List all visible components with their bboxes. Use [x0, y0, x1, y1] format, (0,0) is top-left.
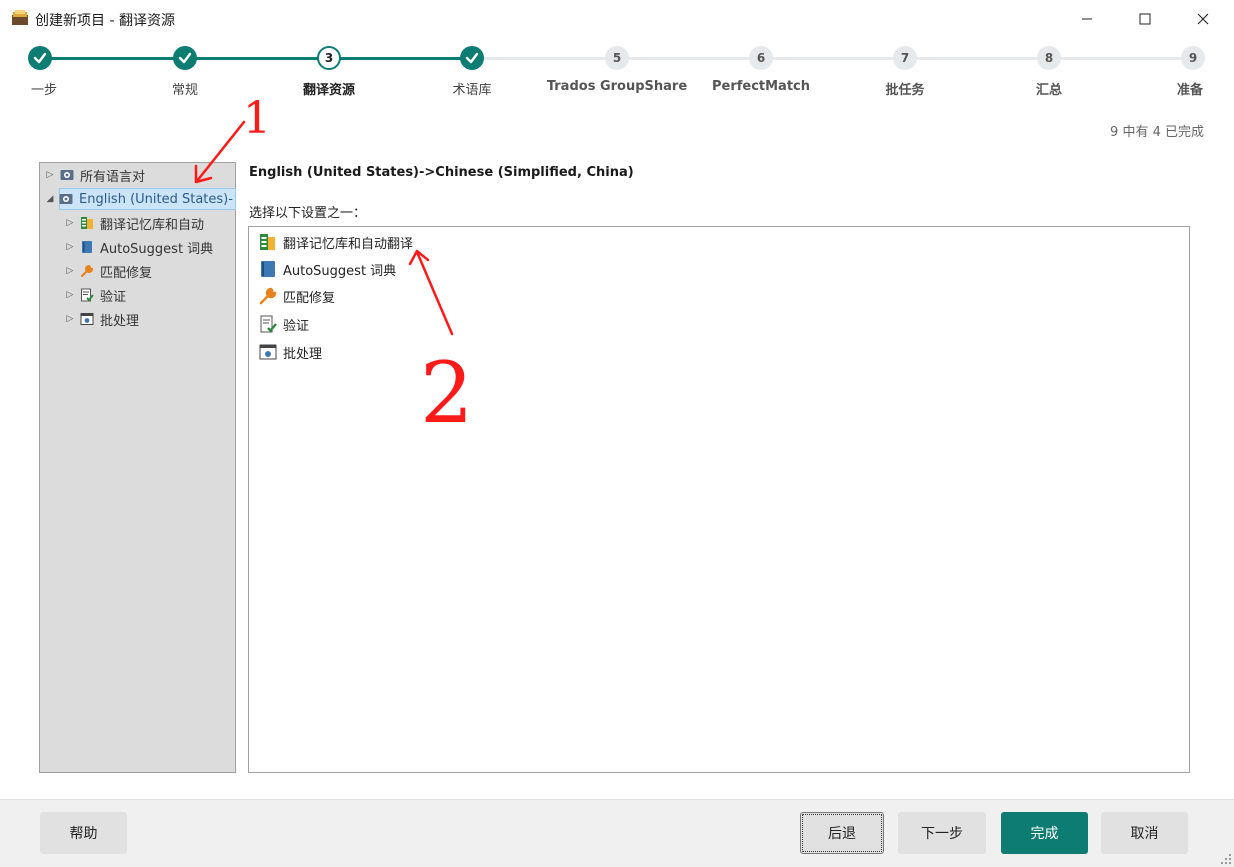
step-2-node[interactable]	[173, 46, 197, 70]
help-button[interactable]: 帮助	[40, 812, 127, 854]
expand-arrow-icon[interactable]: ▷	[44, 170, 56, 180]
check-icon	[33, 52, 47, 64]
back-button[interactable]: 后退	[800, 812, 884, 854]
collapse-arrow-icon[interactable]: ◢	[43, 194, 57, 204]
tree-item-batch[interactable]: ▷ 批处理	[64, 308, 234, 330]
setting-label: 匹配修复	[283, 290, 336, 306]
tree-item-label: 验证	[100, 289, 127, 305]
check-icon	[465, 52, 479, 64]
resize-grip-icon[interactable]	[1220, 853, 1232, 865]
language-pair-icon	[59, 194, 73, 204]
tree-item-label: 匹配修复	[100, 265, 153, 281]
settings-tree[interactable]: ▷ 所有语言对 ◢ English (United States)- ▷ 翻译记…	[39, 162, 236, 773]
stepper-progress	[40, 57, 472, 60]
setting-match-repair[interactable]: 匹配修复	[259, 285, 335, 307]
step-4-label[interactable]: 术语库	[452, 79, 491, 98]
step-8-label[interactable]: 汇总	[1036, 79, 1062, 98]
window-title: 创建新项目 - 翻译资源	[35, 13, 175, 29]
step-7-node[interactable]: 7	[893, 46, 917, 70]
tree-item-english-us[interactable]: ◢ English (United States)-	[47, 188, 236, 210]
cancel-button[interactable]: 取消	[1101, 812, 1188, 854]
expand-arrow-icon[interactable]: ▷	[64, 242, 76, 252]
language-pair-header: English (United States)->Chinese (Simpli…	[249, 165, 634, 180]
tree-item-label: 翻译记忆库和自动	[100, 217, 205, 233]
wizard-stepper: 一步 常规 3 翻译资源 术语库 5 Trados GroupShare 6 P…	[0, 44, 1234, 100]
step-6-label[interactable]: PerfectMatch	[712, 79, 810, 94]
maximize-icon	[1139, 13, 1151, 25]
translation-memory-icon	[260, 234, 275, 250]
setting-autosuggest[interactable]: AutoSuggest 词典	[259, 258, 396, 280]
step-5-node[interactable]: 5	[605, 46, 629, 70]
tree-item-label: 批处理	[100, 313, 140, 329]
setting-batch[interactable]: 批处理	[259, 341, 322, 363]
expand-arrow-icon[interactable]: ▷	[64, 290, 76, 300]
setting-translation-memory[interactable]: 翻译记忆库和自动翻译	[259, 231, 413, 253]
step-7-label[interactable]: 批任务	[885, 79, 924, 98]
close-button[interactable]	[1174, 0, 1232, 38]
step-8-node[interactable]: 8	[1037, 46, 1061, 70]
setting-label: AutoSuggest 词典	[283, 263, 397, 279]
step-9-label[interactable]: 准备	[1177, 79, 1203, 98]
setting-label: 翻译记忆库和自动翻译	[283, 236, 414, 252]
app-icon	[12, 10, 28, 25]
title-bar: 创建新项目 - 翻译资源	[0, 0, 1234, 38]
dictionary-icon	[82, 241, 92, 253]
annotation-mark-1: 1	[243, 93, 271, 144]
tree-item-verify[interactable]: ▷ 验证	[64, 284, 234, 306]
minimize-button[interactable]	[1058, 0, 1116, 38]
minimize-icon	[1082, 18, 1092, 20]
tree-item-translation-memory[interactable]: ▷ 翻译记忆库和自动	[64, 212, 234, 234]
translation-memory-icon	[81, 217, 93, 229]
language-pair-icon	[60, 170, 74, 180]
expand-arrow-icon[interactable]: ▷	[64, 314, 76, 324]
close-icon	[1197, 13, 1209, 25]
expand-arrow-icon[interactable]: ▷	[64, 266, 76, 276]
step-5-label[interactable]: Trados GroupShare	[547, 79, 687, 94]
verify-icon	[81, 288, 94, 302]
verify-icon	[260, 315, 277, 333]
tree-item-autosuggest[interactable]: ▷ AutoSuggest 词典	[64, 236, 234, 258]
step-3-label[interactable]: 翻译资源	[303, 79, 355, 98]
tree-item-label: 所有语言对	[80, 169, 146, 185]
dialog-footer: 帮助 后退 下一步 完成 取消	[0, 799, 1234, 867]
step-6-node[interactable]: 6	[749, 46, 773, 70]
expand-arrow-icon[interactable]: ▷	[64, 218, 76, 228]
progress-text: 9 中有 4 已完成	[1110, 125, 1204, 140]
check-icon	[178, 52, 192, 64]
tree-item-all-languages[interactable]: ▷ 所有语言对	[44, 164, 234, 186]
step-1-label[interactable]: 一步	[31, 79, 57, 98]
tree-item-label: AutoSuggest 词典	[100, 241, 214, 257]
tree-item-match-repair[interactable]: ▷ 匹配修复	[64, 260, 234, 282]
step-2-label[interactable]: 常规	[172, 79, 198, 98]
batch-icon	[80, 313, 94, 325]
setting-verify[interactable]: 验证	[259, 313, 309, 335]
settings-list: 翻译记忆库和自动翻译 AutoSuggest 词典 匹配修复 验证 批处理	[248, 226, 1190, 773]
batch-icon	[259, 344, 277, 360]
step-1-node[interactable]	[28, 46, 52, 70]
dictionary-icon	[261, 261, 275, 277]
choose-setting-label: 选择以下设置之一：	[249, 206, 367, 221]
maximize-button[interactable]	[1116, 0, 1174, 38]
wrench-icon	[81, 264, 94, 277]
wrench-icon	[259, 287, 277, 305]
step-3-node[interactable]: 3	[317, 46, 341, 70]
tree-item-label: English (United States)-	[79, 191, 233, 207]
step-4-node[interactable]	[460, 46, 484, 70]
setting-label: 验证	[283, 318, 310, 334]
finish-button[interactable]: 完成	[1001, 812, 1088, 854]
next-button[interactable]: 下一步	[898, 812, 986, 854]
step-9-node[interactable]: 9	[1181, 46, 1205, 70]
setting-label: 批处理	[283, 346, 323, 362]
